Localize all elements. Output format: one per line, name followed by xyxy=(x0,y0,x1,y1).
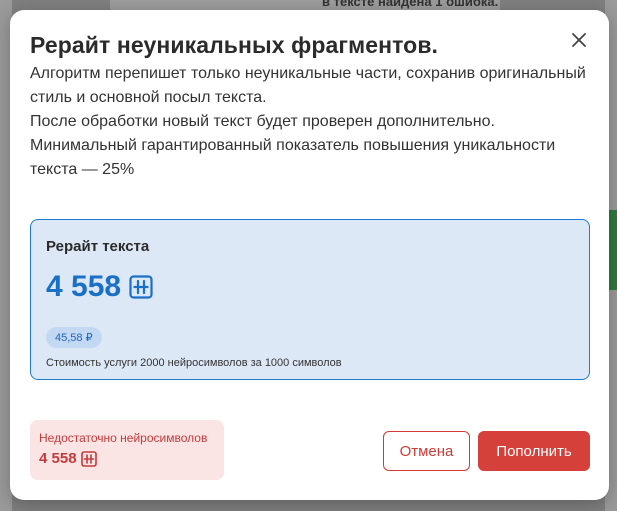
neuro-symbol-icon xyxy=(129,275,153,299)
cancel-button[interactable]: Отмена xyxy=(383,431,470,471)
background-top-strip: в тексте найдена 1 ошибка. xyxy=(110,0,500,10)
card-title: Рерайт текста xyxy=(46,238,150,255)
price-badge: 45,58 ₽ xyxy=(46,327,102,348)
close-icon xyxy=(572,33,586,47)
rewrite-modal: Рерайт неуникальных фрагментов. Алгоритм… xyxy=(10,10,609,500)
insufficient-amount: 4 558 xyxy=(39,450,77,467)
price-card: Рерайт текста 4 558 45,58 ₽ Стоимость ус… xyxy=(30,219,590,380)
card-note: Стоимость услуги 2000 нейросимволов за 1… xyxy=(46,357,342,369)
description-paragraph: Минимальный гарантированный показатель п… xyxy=(30,137,556,178)
close-button[interactable] xyxy=(569,30,589,50)
description-paragraph: Алгоритм перепишет только неуникальные ч… xyxy=(30,65,586,106)
card-amount-row: 4 558 xyxy=(46,270,153,304)
card-amount: 4 558 xyxy=(46,270,122,303)
description-paragraph: После обработки новый текст будет провер… xyxy=(30,113,495,130)
insufficient-label: Недостаточно нейросимволов xyxy=(39,431,208,445)
neuro-symbol-icon xyxy=(80,450,97,467)
insufficient-balance-box: Недостаточно нейросимволов 4 558 xyxy=(30,420,224,480)
modal-title: Рерайт неуникальных фрагментов. xyxy=(30,32,439,58)
background-top-text: в тексте найдена 1 ошибка. xyxy=(322,0,499,9)
insufficient-amount-row: 4 558 xyxy=(39,450,97,467)
topup-button[interactable]: Пополнить xyxy=(478,431,590,471)
modal-description: Алгоритм перепишет только неуникальные ч… xyxy=(30,62,590,182)
